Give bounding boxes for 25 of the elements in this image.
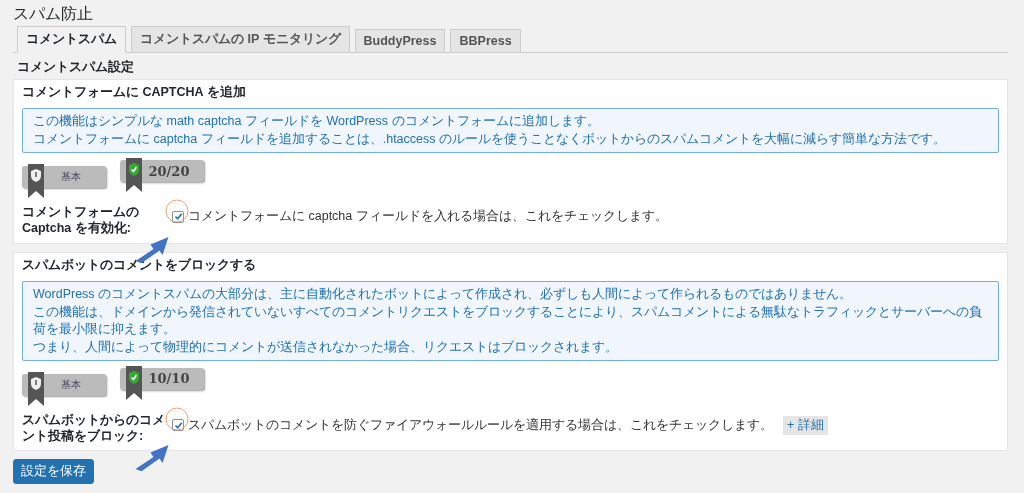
save-button[interactable]: 設定を保存 [13,459,94,484]
info-text: コメントフォームに captcha フィールドを追加することは、.htaccess のルールを使うことなくボットからのスパムコメントを大幅に減らす簡単な方法です。 [33,131,947,148]
ribbon-icon [126,158,142,192]
tab[interactable]: コメントスパム [17,26,126,53]
info-text: WordPress のコメントスパムの大部分は、主に自動化されたボットによって作成され、必ずしも人間によって作られるものではありません。 [33,285,854,303]
checkbox[interactable] [172,210,184,223]
info-text: この機能は、ドメインから発信されていないすべてのコメントリクエストをブロックすることにより、スパムコメントによる無駄なトラフィックとサーバーへの負荷を最小限に抑えます。 [33,303,983,338]
ribbon-icon [28,371,44,406]
tab[interactable]: BBPress [450,29,521,52]
info-text: つまり、人間によって物理的にコメントが送信されなかった場合、リクエストはブロックされます。 [33,338,619,356]
panel-title: コメントフォームに CAPTCHA を追加 [21,84,247,101]
checkbox-description: スパムボットのコメントを防ぐファイアウォールルールを適用する場合は、これをチェックします。 [188,416,773,434]
page-title: スパム防止 [13,4,94,24]
ribbon-icon [126,365,142,400]
details-button[interactable]: + 詳細 [783,415,828,435]
ribbon-icon [28,164,44,198]
setting-label: スパムボットからのコメント投稿をブロック: [22,411,166,444]
tab[interactable]: コメントスパムの IP モニタリング [131,26,350,52]
info-text: この機能はシンプルな math captcha フィールドを WordPress のコメントフォームに追加します。 [33,113,601,130]
setting-label: コメントフォームの Captcha を有効化: [22,204,140,237]
tab[interactable]: BuddyPress [354,29,446,52]
checkbox-description: コメントフォームに captcha フィールドを入れる場合は、これをチェックします。 [188,208,668,225]
highlight-circle [165,199,189,223]
section-heading: コメントスパム設定 [17,59,135,76]
highlight-circle [165,406,189,431]
